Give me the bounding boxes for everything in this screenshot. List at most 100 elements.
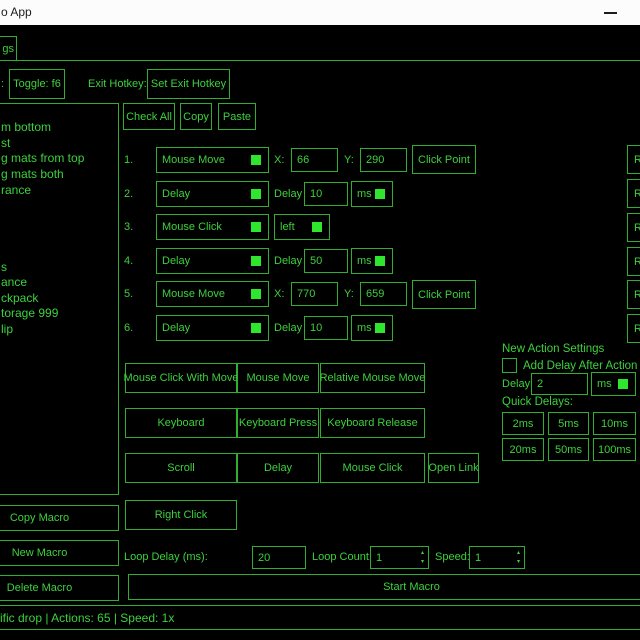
check-all-button[interactable]: Check All	[123, 103, 175, 130]
settings-unit-value: ms	[597, 378, 612, 390]
action-type-dropdown[interactable]: Delay	[156, 315, 269, 341]
titlebar: o App	[0, 0, 640, 25]
remove-row-button[interactable]: R	[627, 247, 640, 276]
stepper-arrows-icon[interactable]: ▴▾	[421, 548, 424, 566]
unit-dropdown[interactable]: ms	[351, 315, 393, 341]
dropdown-square-icon	[375, 323, 385, 333]
quick-delay-5ms-button[interactable]: 5ms	[548, 412, 589, 435]
tab-settings[interactable]: gs	[0, 36, 17, 61]
click-point-button[interactable]: Click Point	[412, 145, 476, 174]
macro-list-item[interactable]: g mats from top	[1, 151, 84, 165]
remove-row-button[interactable]: R	[627, 314, 640, 343]
y-label: Y:	[344, 288, 354, 300]
dropdown-square-icon	[251, 289, 261, 299]
remove-row-button[interactable]: R	[627, 179, 640, 208]
settings-unit-dropdown[interactable]: ms	[591, 372, 636, 396]
action-type-value: Delay	[162, 322, 190, 334]
remove-row-button[interactable]: R	[627, 280, 640, 309]
add-relative-mouse-move-button[interactable]: Relative Mouse Move	[320, 363, 425, 393]
add-mouse-click-with-move-button[interactable]: Mouse Click With Move	[125, 363, 237, 393]
dropdown-square-icon	[375, 189, 385, 199]
remove-row-button[interactable]: R	[627, 213, 640, 242]
add-scroll-button[interactable]: Scroll	[125, 453, 237, 483]
quick-delay-50ms-button[interactable]: 50ms	[548, 438, 589, 461]
paste-button[interactable]: Paste	[218, 103, 256, 130]
delete-macro-button[interactable]: Delete Macro	[0, 575, 119, 601]
y-input[interactable]: 659	[360, 282, 407, 306]
status-bar: ific drop | Actions: 65 | Speed: 1x	[0, 605, 640, 630]
minimize-icon[interactable]	[604, 12, 617, 14]
row-number: 6.	[124, 322, 133, 334]
macro-list-item[interactable]: s	[1, 260, 7, 274]
macro-list-item[interactable]: rance	[1, 183, 31, 197]
quick-delay-100ms-button[interactable]: 100ms	[593, 438, 636, 461]
copy-macro-button[interactable]: Copy Macro	[0, 505, 119, 531]
delay-input[interactable]: 10	[304, 182, 348, 206]
row-number: 2.	[124, 188, 133, 200]
x-input[interactable]: 770	[291, 282, 338, 306]
unit-dropdown[interactable]: ms	[351, 181, 393, 207]
click-point-button[interactable]: Click Point	[412, 280, 476, 309]
start-macro-button[interactable]: Start Macro	[128, 574, 640, 600]
macro-list-item[interactable]: ance	[1, 275, 27, 289]
mouse-button-dropdown[interactable]: left	[274, 214, 330, 240]
dropdown-square-icon	[375, 256, 385, 266]
x-label: X:	[274, 154, 284, 166]
add-right-click-button[interactable]: Right Click	[125, 500, 237, 530]
add-delay-checkbox[interactable]	[502, 358, 517, 373]
dropdown-square-icon	[251, 189, 261, 199]
stepper-arrows-icon[interactable]: ▴▾	[517, 548, 520, 566]
delay-input[interactable]: 50	[304, 249, 348, 273]
action-type-dropdown[interactable]: Mouse Move	[156, 147, 269, 173]
action-type-dropdown[interactable]: Delay	[156, 248, 269, 274]
delay-label: Delay	[274, 255, 302, 267]
add-keyboard-press-button[interactable]: Keyboard Press	[237, 408, 319, 438]
add-delay-checkbox-label: Add Delay After Action	[523, 360, 637, 372]
tab-label: gs	[2, 43, 14, 55]
set-exit-hotkey-button[interactable]: Set Exit Hotkey	[147, 69, 230, 99]
action-type-dropdown[interactable]: Delay	[156, 181, 269, 207]
dropdown-square-icon	[251, 323, 261, 333]
macro-list-item[interactable]: g mats both	[1, 167, 64, 181]
action-type-value: Delay	[162, 188, 190, 200]
y-input[interactable]: 290	[360, 148, 407, 172]
macro-list-item[interactable]: lip	[1, 322, 13, 336]
action-type-value: Mouse Click	[162, 221, 222, 233]
add-mouse-move-button[interactable]: Mouse Move	[237, 363, 319, 393]
tab-content-border	[0, 60, 640, 61]
add-keyboard-release-button[interactable]: Keyboard Release	[320, 408, 425, 438]
app-window: o App gs : Toggle: f6 Exit Hotkey: Set E…	[0, 0, 640, 640]
loop-delay-input[interactable]: 20	[252, 546, 306, 569]
quick-delay-2ms-button[interactable]: 2ms	[502, 412, 544, 435]
add-delay-button[interactable]: Delay	[237, 453, 319, 483]
unit-value: ms	[357, 322, 372, 334]
toggle-hotkey-button[interactable]: Toggle: f6	[9, 69, 65, 99]
new-macro-button[interactable]: New Macro	[0, 540, 119, 566]
macro-list-item[interactable]: ckpack	[1, 291, 38, 305]
status-text: ific drop | Actions: 65 | Speed: 1x	[0, 611, 174, 625]
dropdown-square-icon	[251, 222, 261, 232]
add-keyboard-button[interactable]: Keyboard	[125, 408, 237, 438]
speed-value: 1	[475, 552, 481, 564]
action-type-dropdown[interactable]: Mouse Click	[156, 214, 269, 240]
speed-label: Speed:	[435, 551, 470, 563]
quick-delay-10ms-button[interactable]: 10ms	[593, 412, 636, 435]
quick-delay-20ms-button[interactable]: 20ms	[502, 438, 544, 461]
dropdown-square-icon	[251, 256, 261, 266]
macro-list-item[interactable]: st	[1, 136, 10, 150]
remove-row-button[interactable]: R	[627, 145, 640, 174]
unit-dropdown[interactable]: ms	[351, 248, 393, 274]
row-number: 5.	[124, 288, 133, 300]
speed-stepper[interactable]: 1 ▴▾	[469, 546, 525, 569]
add-mouse-click-button[interactable]: Mouse Click	[320, 453, 425, 483]
x-input[interactable]: 66	[291, 148, 338, 172]
macro-list-item[interactable]: m bottom	[1, 120, 51, 134]
y-label: Y:	[344, 154, 354, 166]
add-open-link-button[interactable]: Open Link	[428, 453, 479, 483]
delay-input[interactable]: 10	[304, 316, 348, 340]
loop-count-stepper[interactable]: 1 ▴▾	[370, 546, 429, 569]
settings-delay-input[interactable]: 2	[531, 373, 588, 395]
action-type-dropdown[interactable]: Mouse Move	[156, 281, 269, 307]
copy-button[interactable]: Copy	[180, 103, 212, 130]
macro-list-item[interactable]: torage 999	[1, 306, 58, 320]
